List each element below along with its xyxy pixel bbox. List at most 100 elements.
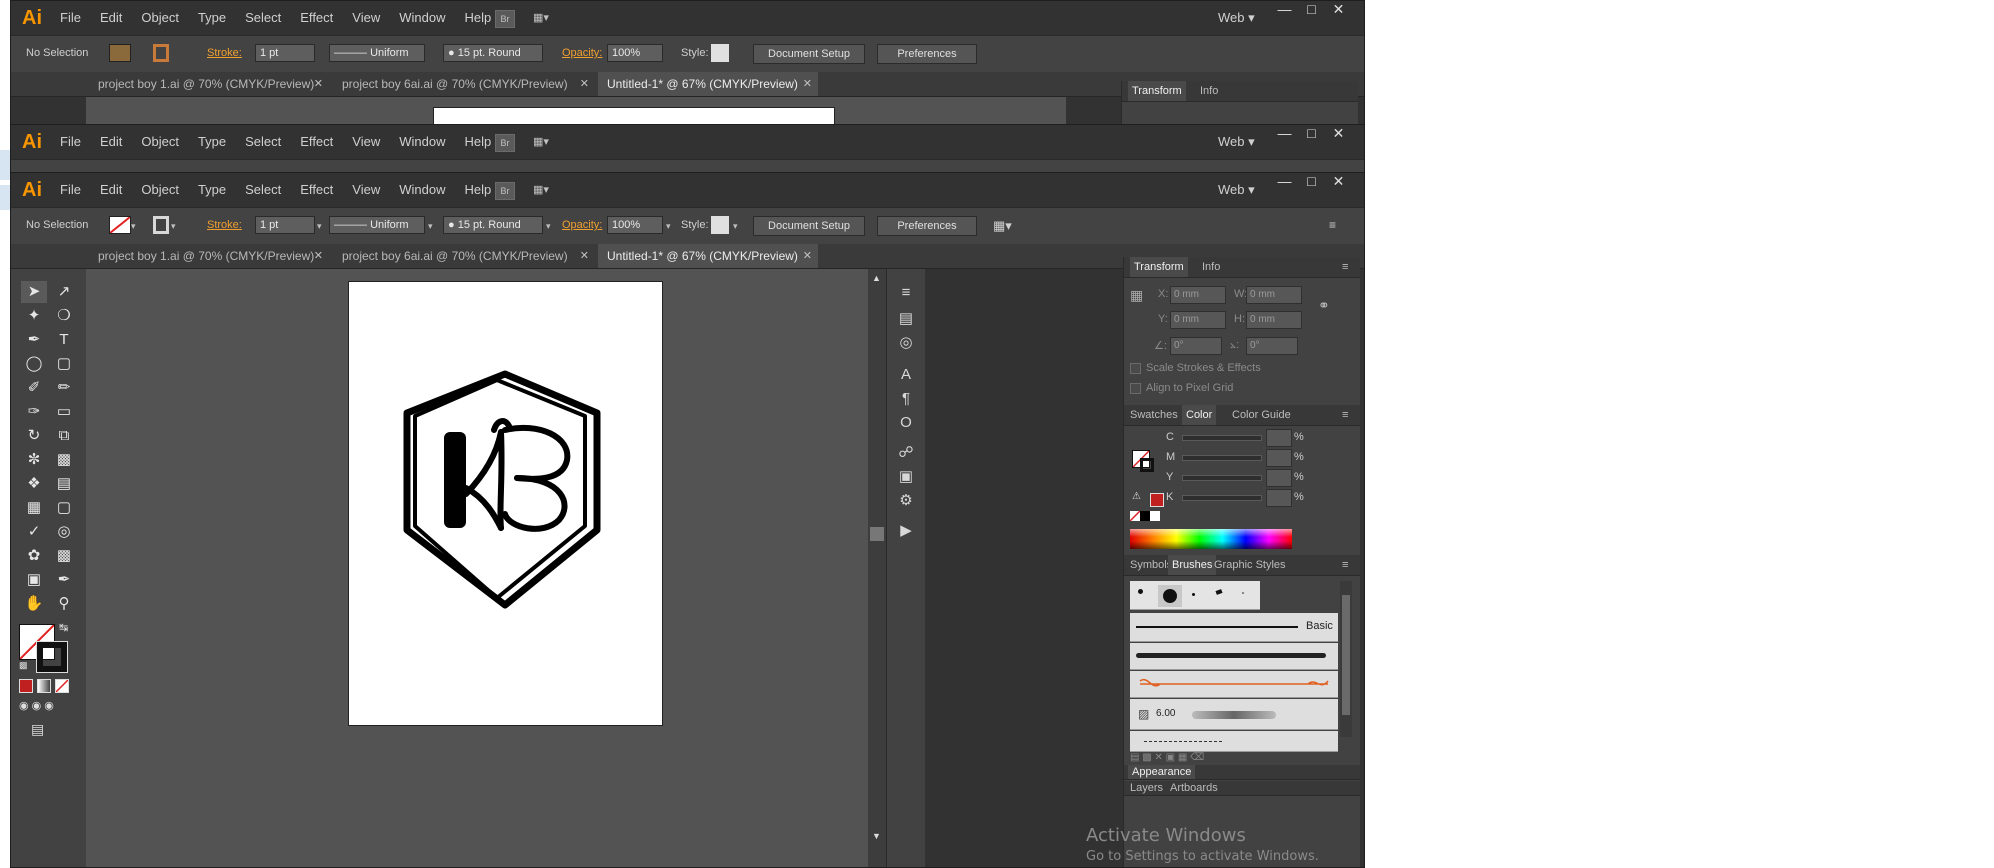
rotate-tool-icon[interactable]: ↻	[21, 425, 47, 447]
brush-swatch-selected[interactable]	[1158, 585, 1182, 607]
menu-type[interactable]: Type	[198, 1, 226, 35]
channel-y-slider[interactable]	[1182, 475, 1262, 481]
pen-tool-icon[interactable]: ✒	[21, 329, 47, 351]
maximize-button[interactable]: □	[1298, 125, 1325, 141]
panel-menu-icon[interactable]: ≡	[895, 283, 917, 303]
tab-project-boy-6[interactable]: project boy 6ai.ai @ 70% (CMYK/Preview) ✕	[333, 72, 595, 96]
close-icon[interactable]: ✕	[314, 72, 323, 96]
bridge-button[interactable]: Br	[495, 182, 515, 200]
fill-swatch[interactable]	[109, 44, 131, 62]
close-icon[interactable]: ✕	[580, 72, 589, 96]
document-setup-button[interactable]: Document Setup	[753, 216, 865, 236]
stroke-label[interactable]: Stroke:	[207, 219, 242, 231]
h-field[interactable]: 0 mm	[1246, 311, 1302, 329]
y-field[interactable]: 0 mm	[1170, 311, 1226, 329]
links-panel-icon[interactable]: ☍	[895, 443, 917, 463]
stroke-swatch[interactable]	[153, 216, 169, 234]
x-field[interactable]: 0 mm	[1170, 286, 1226, 304]
menu-select[interactable]: Select	[245, 1, 281, 35]
w-field[interactable]: 0 mm	[1246, 286, 1302, 304]
scroll-down-icon[interactable]: ▼	[872, 831, 881, 841]
close-button[interactable]: ✕	[1325, 173, 1352, 190]
menu-effect[interactable]: Effect	[300, 125, 333, 159]
channel-c-field[interactable]	[1266, 429, 1292, 447]
brush-definition[interactable]: ● 15 pt. Round	[443, 216, 543, 234]
free-transform-tool-icon[interactable]: ▩	[51, 449, 77, 471]
swap-colors-icon[interactable]: ↹	[59, 621, 68, 634]
close-button[interactable]: ✕	[1325, 1, 1352, 18]
menu-select[interactable]: Select	[245, 125, 281, 159]
menu-help[interactable]: Help	[464, 173, 491, 207]
menu-file[interactable]: File	[60, 125, 81, 159]
tab-symbols[interactable]: Symbols	[1130, 555, 1172, 575]
align-pixel-checkbox[interactable]	[1130, 383, 1141, 394]
menu-type[interactable]: Type	[198, 125, 226, 159]
minimize-button[interactable]: —	[1271, 173, 1298, 189]
zoom-tool-icon[interactable]: ⚲	[51, 593, 77, 615]
tab-project-boy-1[interactable]: project boy 1.ai @ 70% (CMYK/Preview) ✕	[89, 72, 329, 96]
close-button[interactable]: ✕	[1325, 125, 1352, 142]
tab-swatches[interactable]: Swatches	[1130, 405, 1178, 425]
minimize-button[interactable]: —	[1271, 1, 1298, 17]
menu-view[interactable]: View	[352, 173, 380, 207]
brushes-scrollbar[interactable]	[1340, 581, 1352, 737]
slice-tool-icon[interactable]: ✒	[51, 569, 77, 591]
scale-strokes-checkbox[interactable]	[1130, 363, 1141, 374]
stroke-swatch-small[interactable]	[1140, 458, 1154, 472]
arrange-documents-button[interactable]: ▦▾	[533, 182, 565, 198]
tab-info[interactable]: Info	[1200, 81, 1218, 101]
constrain-proportions-icon[interactable]: ⚭	[1318, 297, 1330, 314]
menu-object[interactable]: Object	[141, 1, 179, 35]
tab-brushes[interactable]: Brushes	[1168, 555, 1217, 575]
perspective-grid-tool-icon[interactable]: ▤	[51, 473, 77, 495]
tab-project-boy-1[interactable]: project boy 1.ai @ 70% (CMYK/Preview) ✕	[89, 244, 329, 268]
brush-charcoal-row[interactable]	[1130, 643, 1338, 670]
close-icon[interactable]: ✕	[803, 72, 812, 96]
preferences-button[interactable]: Preferences	[877, 216, 977, 236]
tab-transform[interactable]: Transform	[1130, 257, 1188, 277]
menu-view[interactable]: View	[352, 1, 380, 35]
gradient-panel-icon[interactable]: ▤	[895, 309, 917, 329]
arrange-documents-button[interactable]: ▦▾	[533, 134, 565, 150]
canvas-area[interactable]	[86, 97, 1066, 125]
tab-color-guide[interactable]: Color Guide	[1232, 405, 1291, 425]
hand-tool-icon[interactable]: ✋	[21, 593, 47, 615]
scale-tool-icon[interactable]: ⧉	[51, 425, 77, 447]
menu-type[interactable]: Type	[198, 173, 226, 207]
menu-file[interactable]: File	[60, 173, 81, 207]
scroll-up-icon[interactable]: ▲	[872, 273, 881, 283]
opacity-label[interactable]: Opacity:	[562, 219, 602, 231]
spiral-tool-icon[interactable]: ◯	[21, 353, 47, 375]
bridge-button[interactable]: Br	[495, 134, 515, 152]
variable-width-profile[interactable]: ——— Uniform	[329, 216, 425, 234]
black-swatch[interactable]	[1140, 511, 1150, 521]
tab-info[interactable]: Info	[1202, 257, 1220, 277]
profile-dropdown-icon[interactable]: ▾	[428, 221, 433, 232]
menu-window[interactable]: Window	[399, 1, 445, 35]
none-swatch[interactable]	[1130, 511, 1140, 521]
opacity-field[interactable]: 100%	[607, 216, 663, 234]
reference-point-icon[interactable]: ▦	[1130, 287, 1143, 304]
draw-mode-icons[interactable]: ◉ ◉ ◉	[19, 699, 54, 712]
maximize-button[interactable]: □	[1298, 1, 1325, 17]
workspace-switcher[interactable]: Web ▾	[1218, 173, 1255, 207]
tab-appearance[interactable]: Appearance	[1128, 765, 1196, 779]
eyedropper-tool-icon[interactable]: ✓	[21, 521, 47, 543]
menu-help[interactable]: Help	[464, 125, 491, 159]
maximize-button[interactable]: □	[1298, 173, 1325, 189]
opentype-panel-icon[interactable]: O	[895, 413, 917, 433]
panel-menu-icon[interactable]: ≡	[1342, 555, 1348, 575]
blob-brush-tool-icon[interactable]: ✑	[21, 401, 47, 423]
paragraph-panel-icon[interactable]: ¶	[895, 389, 917, 409]
gradient-tool-icon[interactable]: ▢	[51, 497, 77, 519]
color-mode-icon[interactable]	[19, 679, 33, 693]
settings-icon[interactable]: ⚙	[895, 491, 917, 511]
shear-field[interactable]: 0°	[1246, 337, 1298, 355]
brush-swatch-small[interactable]	[1138, 589, 1143, 594]
mesh-tool-icon[interactable]: ▦	[21, 497, 47, 519]
artboard-tool-icon[interactable]: ▣	[21, 569, 47, 591]
color-spectrum[interactable]	[1130, 529, 1292, 549]
style-dropdown-icon[interactable]: ▾	[733, 221, 738, 232]
scroll-thumb[interactable]	[870, 527, 884, 541]
close-icon[interactable]: ✕	[580, 244, 589, 268]
